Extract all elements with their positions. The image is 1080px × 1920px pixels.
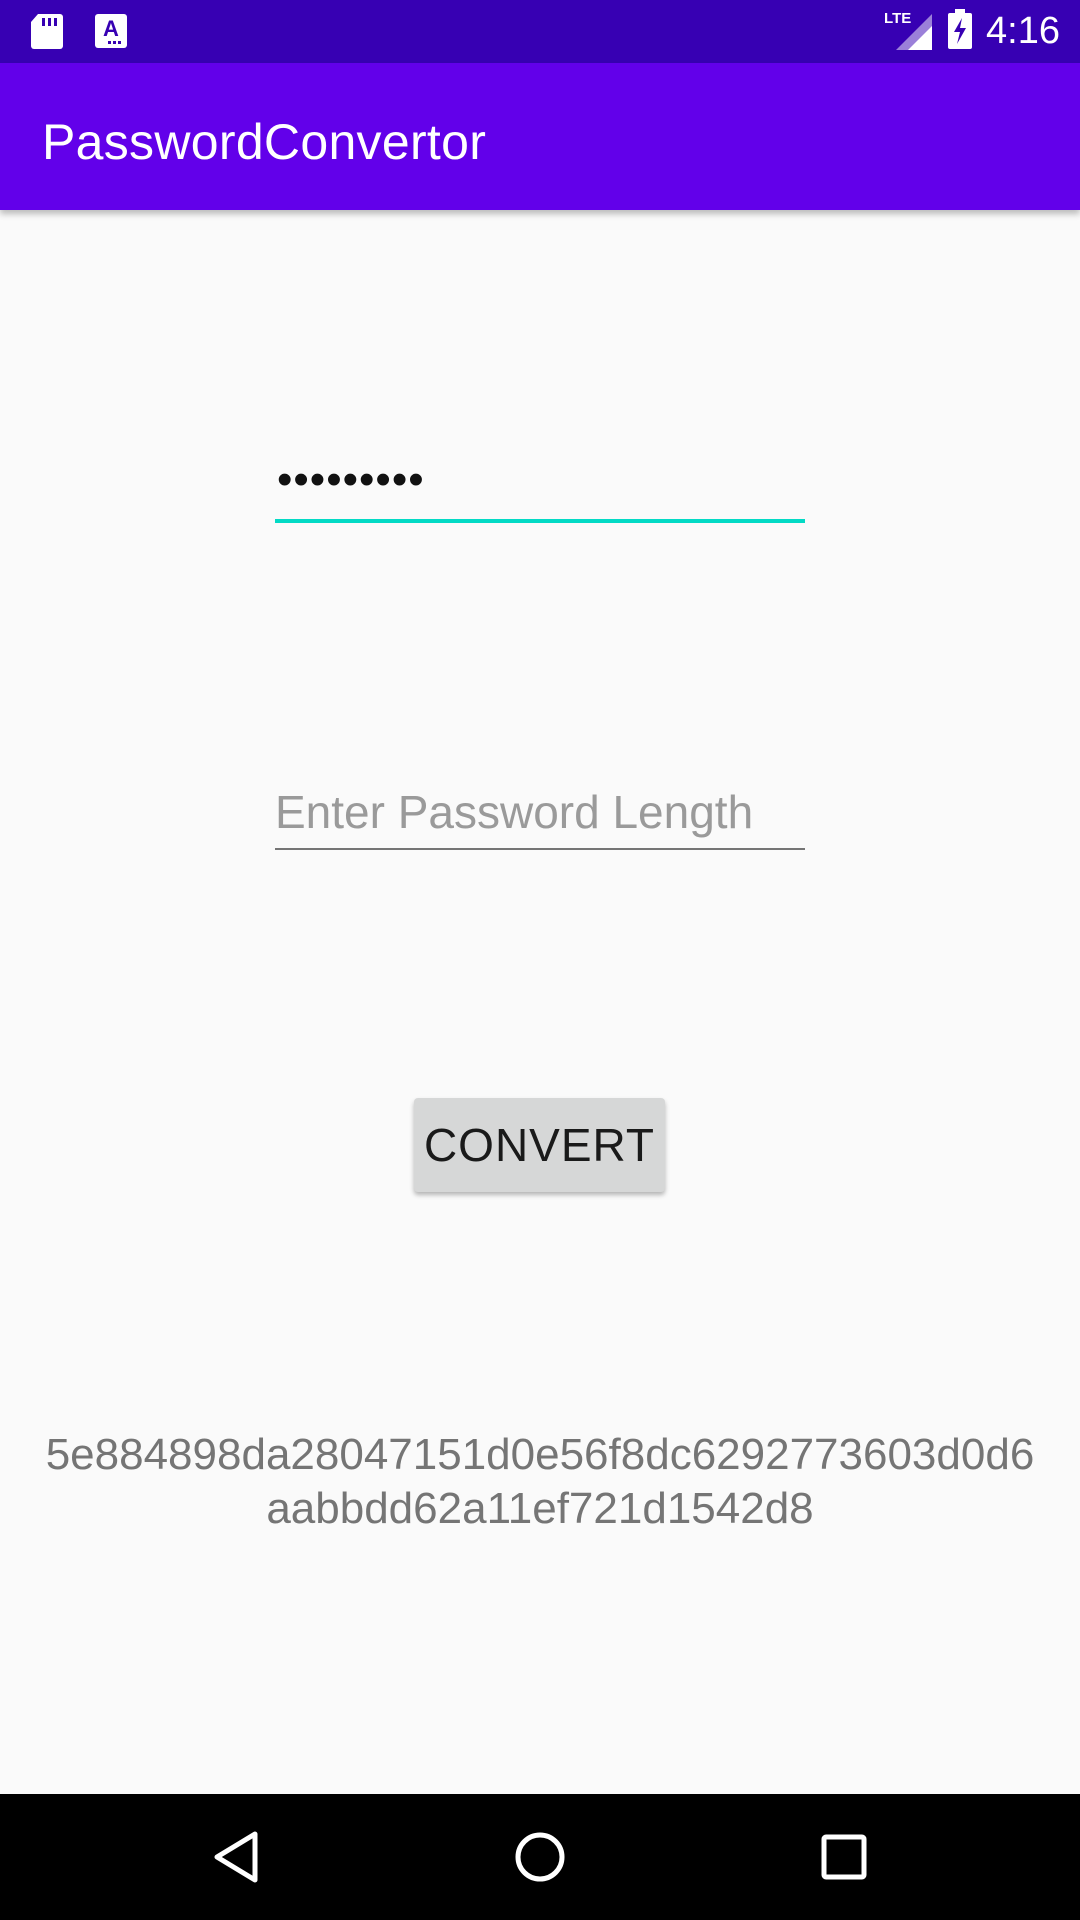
navigation-bar	[0, 1794, 1080, 1920]
back-icon	[214, 1831, 258, 1883]
text-a-icon: A	[94, 12, 128, 55]
app-title: PasswordConvertor	[42, 114, 487, 170]
status-bar: A LTE 4:16	[0, 0, 1080, 63]
app-bar: PasswordConvertor	[0, 63, 1080, 210]
lte-signal-icon: LTE	[884, 9, 934, 52]
password-length-underline	[275, 848, 805, 850]
status-right: LTE 4:16	[884, 0, 1060, 63]
recents-icon	[821, 1834, 867, 1880]
home-button[interactable]	[480, 1794, 600, 1920]
status-time: 4:16	[986, 10, 1060, 52]
screen: A LTE 4:16 PasswordConvertor ••••••••• E…	[0, 0, 1080, 1920]
network-label: LTE	[884, 9, 912, 27]
back-button[interactable]	[176, 1794, 296, 1920]
convert-button[interactable]: CONVERT	[414, 1098, 665, 1192]
password-input[interactable]: •••••••••	[275, 455, 805, 523]
status-left: A	[30, 12, 128, 55]
sd-card-icon	[30, 12, 64, 55]
recents-button[interactable]	[784, 1794, 904, 1920]
home-icon	[515, 1832, 565, 1882]
password-length-input[interactable]: Enter Password Length	[275, 782, 805, 850]
battery-charging-icon	[948, 9, 973, 54]
password-value: •••••••••	[277, 455, 425, 504]
hash-result-text: 5e884898da28047151d0e56f8dc6292773603d0d…	[45, 1430, 1035, 1533]
svg-text:A: A	[103, 16, 119, 41]
password-underline	[275, 519, 805, 523]
password-length-placeholder: Enter Password Length	[275, 786, 754, 838]
